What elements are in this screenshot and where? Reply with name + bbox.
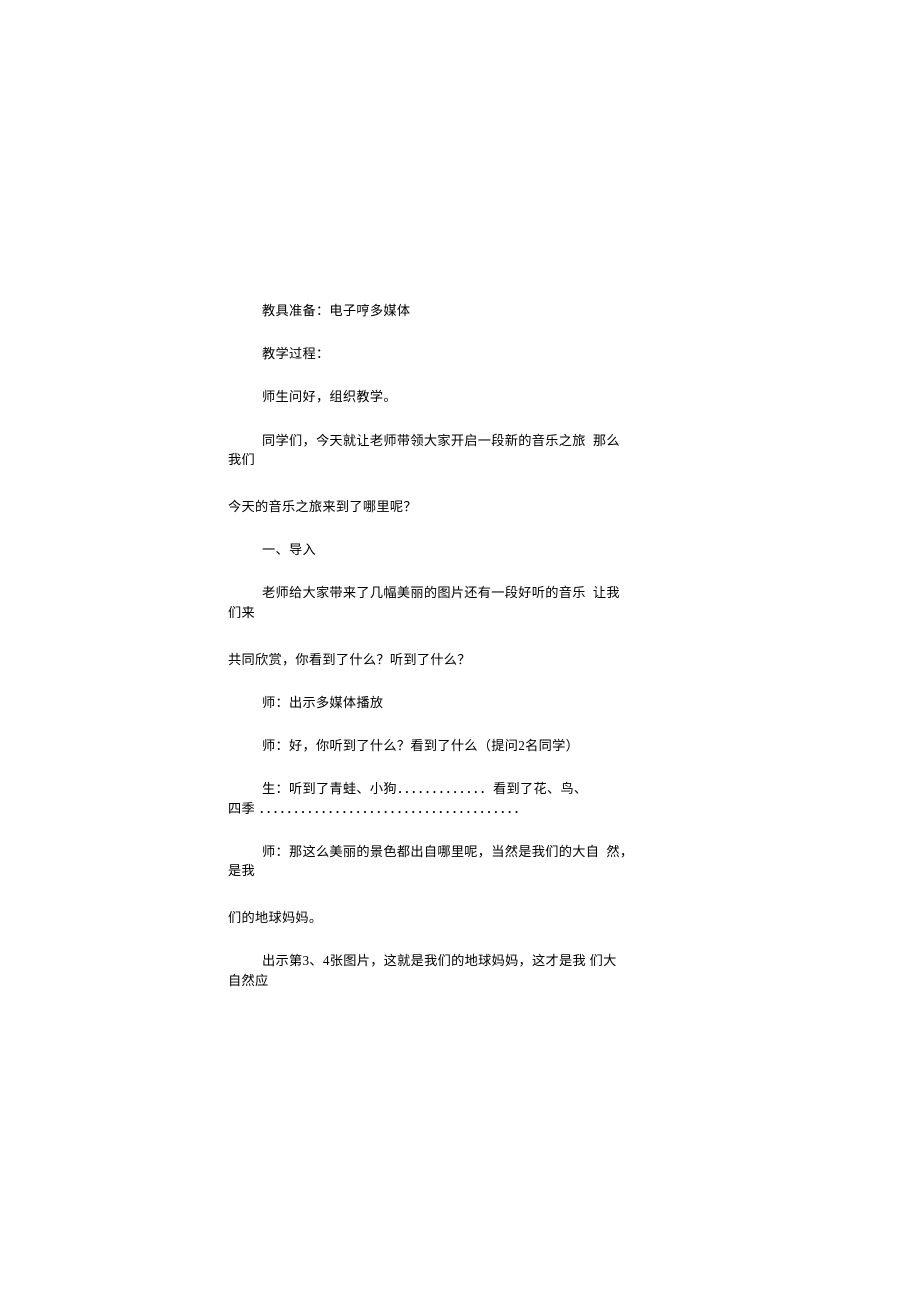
pictures-line-b: 们来 [228,606,698,619]
show-pic-line-b: 自然应 [228,974,698,987]
student-line-a: 生：听到了青蛙、小狗．．．．．．．．．．．．．看到了花、鸟、 [228,782,698,795]
question-line: 今天的音乐之旅来到了哪里呢？ [228,500,698,513]
section-1-heading: 一、导入 [228,543,698,556]
teacher-ask-line: 师：好，你听到了什么？看到了什么（提问2名同学） [228,739,698,752]
earth-mom-line: 们的地球妈妈。 [228,911,698,924]
intro-line-1a: 同学们，今天就让老师带领大家开启一段新的音乐之旅 那么 [228,434,698,447]
process-label: 教学过程： [228,347,698,360]
intro-line-1b: 我们 [228,453,698,466]
appreciate-line: 共同欣赏，你看到了什么？听到了什么？ [228,653,698,666]
greeting-line: 师生问好，组织教学。 [228,390,698,403]
student-line-b: 四季 ．．．．．．．．．．．．．．．．．．．．．．．．．．．．．．．．．．．．．… [228,802,698,815]
show-pic-line-a: 出示第3、4张图片，这就是我们的地球妈妈，这才是我 们大 [228,954,698,967]
teacher-nature-line-a: 师：那这么美丽的景色都出自哪里呢，当然是我们的大自 然， [228,845,698,858]
document-body: 教具准备：电子哼多媒体 教学过程： 师生问好，组织教学。 同学们，今天就让老师带… [228,304,698,987]
teacher-nature-line-b: 是我 [228,864,698,877]
teacher-show-line: 师：出示多媒体播放 [228,696,698,709]
prep-label: 教具准备：电子哼多媒体 [228,304,698,317]
pictures-line-a: 老师给大家带来了几幅美丽的图片还有一段好听的音乐 让我 [228,586,698,599]
